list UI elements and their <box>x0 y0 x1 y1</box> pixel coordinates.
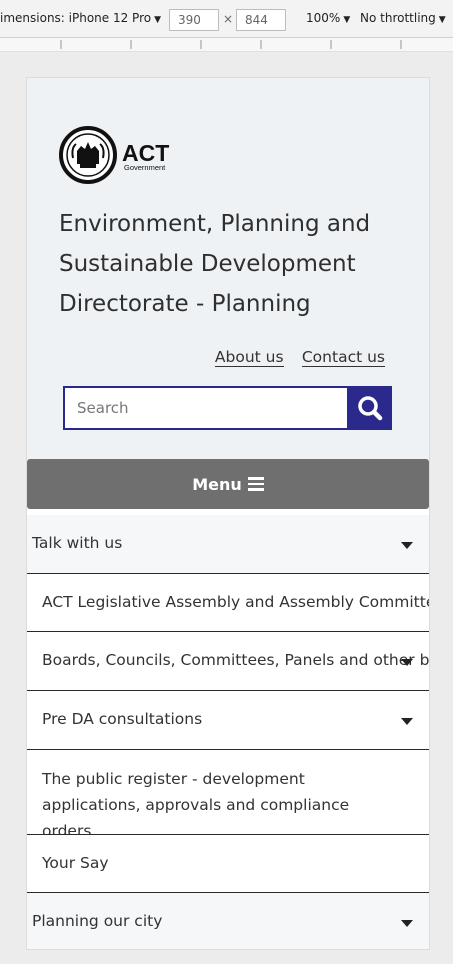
device-dimensions-label: imensions: iPhone 12 Pro <box>0 11 152 25</box>
search-input[interactable] <box>63 386 349 430</box>
device-viewport: ACT Government Environment, Planning and… <box>26 77 430 950</box>
search-form <box>63 386 393 430</box>
nav-item-label: Pre DA consultations <box>42 710 203 728</box>
caret-down-icon: ▼ <box>438 15 446 25</box>
act-government-logo[interactable]: ACT Government <box>59 118 189 188</box>
site-title-line: Sustainable Development <box>59 251 356 277</box>
search-button[interactable] <box>348 386 392 430</box>
hamburger-icon <box>247 474 264 494</box>
nav-item-label: The public register - development applic… <box>42 770 350 835</box>
nav-item-label: Planning our city <box>32 912 163 930</box>
zoom-dropdown[interactable]: 100% ▼ <box>306 11 350 25</box>
site-header: ACT Government Environment, Planning and… <box>27 78 429 460</box>
device-ruler <box>0 38 453 52</box>
about-us-link[interactable]: About us <box>214 348 284 367</box>
nav-item-label: Boards, Councils, Committees, Panels and… <box>42 651 429 669</box>
main-navigation: Talk with us ACT Legislative Assembly an… <box>27 515 429 949</box>
menu-label: Menu <box>192 474 242 494</box>
caret-down-icon[interactable] <box>401 718 413 725</box>
nav-item-pre-da-consultations[interactable]: Pre DA consultations <box>27 691 429 750</box>
nav-item-legislative-assembly[interactable]: ACT Legislative Assembly and Assembly Co… <box>27 574 429 632</box>
caret-down-icon[interactable] <box>401 542 413 549</box>
caret-down-icon: ▼ <box>343 15 351 25</box>
search-icon <box>358 396 383 421</box>
zoom-label: 100% <box>306 11 341 25</box>
times-symbol: × <box>223 12 234 26</box>
devtools-toolbar: imensions: iPhone 12 Pro ▼ 390 × 844 100%… <box>0 0 453 38</box>
contact-us-link[interactable]: Contact us <box>301 348 385 367</box>
nav-item-public-register[interactable]: The public register - development applic… <box>27 750 429 835</box>
nav-item-label: Your Say <box>42 854 109 872</box>
nav-item-talk-with-us[interactable]: Talk with us <box>27 515 429 574</box>
caret-down-icon: ▼ <box>154 15 162 25</box>
caret-down-icon[interactable] <box>401 920 413 927</box>
device-height-input[interactable]: 844 <box>236 9 286 31</box>
throttling-label: No throttling <box>360 11 436 25</box>
logo-text-government: Government <box>124 163 166 172</box>
nav-item-planning-our-city[interactable]: Planning our city <box>27 893 429 949</box>
nav-item-label: Talk with us <box>32 534 123 552</box>
menu-toggle-button[interactable]: Menu <box>27 459 429 509</box>
site-title-line: Environment, Planning and <box>59 211 371 237</box>
nav-item-boards-councils[interactable]: Boards, Councils, Committees, Panels and… <box>27 632 429 691</box>
site-title[interactable]: Environment, Planning and Sustainable De… <box>59 204 409 324</box>
device-width-input[interactable]: 390 <box>169 9 219 31</box>
site-title-line: Directorate - Planning <box>59 291 311 317</box>
utility-links: About us Contact us <box>201 348 385 367</box>
device-dimensions-dropdown[interactable]: imensions: iPhone 12 Pro ▼ <box>0 11 161 25</box>
caret-down-icon[interactable] <box>401 659 413 666</box>
throttling-dropdown[interactable]: No throttling ▼ <box>360 11 446 25</box>
nav-item-your-say[interactable]: Your Say <box>27 835 429 893</box>
nav-item-label: ACT Legislative Assembly and Assembly Co… <box>42 593 429 611</box>
